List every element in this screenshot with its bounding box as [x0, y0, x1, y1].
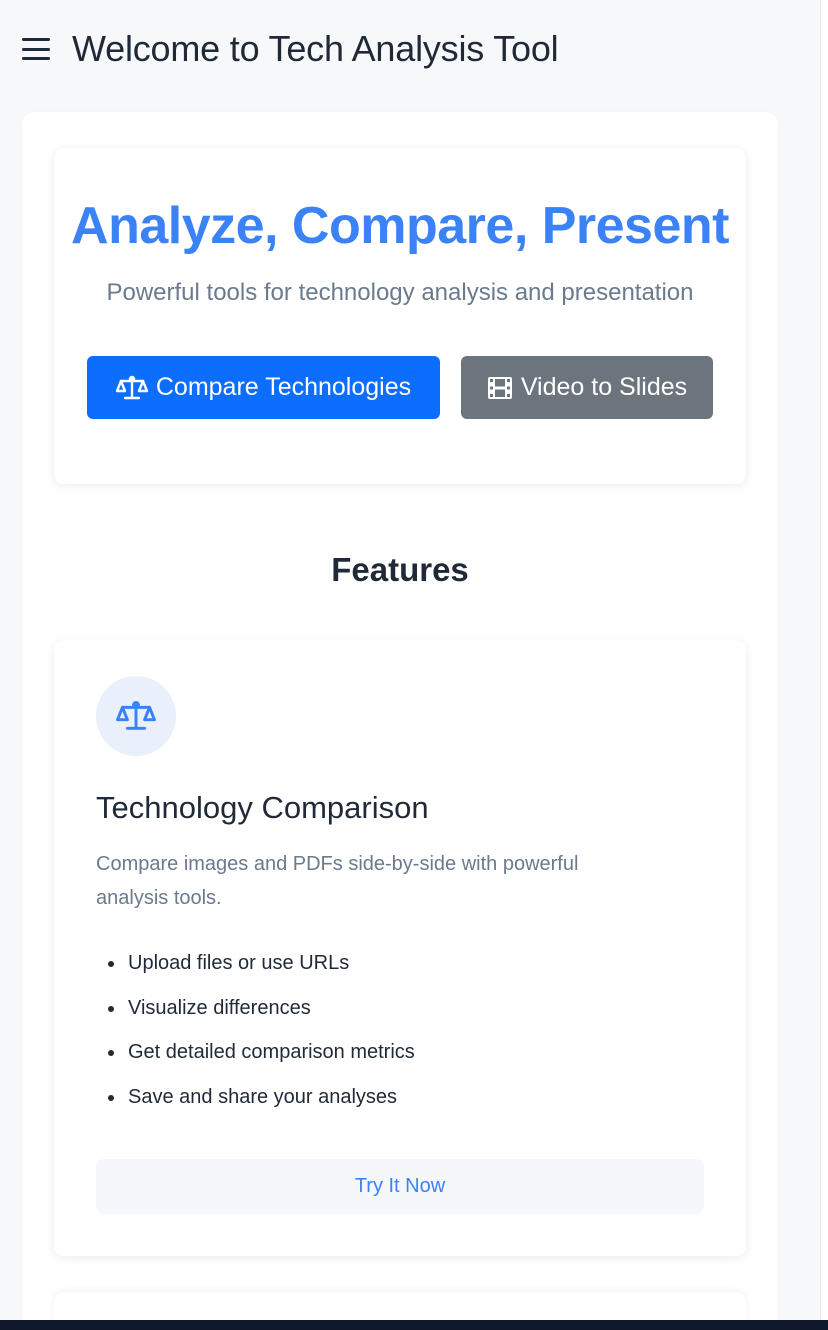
video-to-slides-button[interactable]: Video to Slides	[461, 356, 713, 419]
list-item: Get detailed comparison metrics	[96, 1035, 696, 1080]
page-title: Welcome to Tech Analysis Tool	[72, 28, 559, 69]
balance-scale-icon	[115, 375, 148, 399]
feature-list: Upload files or use URLs Visualize diffe…	[96, 946, 696, 1125]
feature-title: Technology Comparison	[96, 790, 429, 825]
list-item: Upload files or use URLs	[96, 946, 696, 991]
film-icon	[487, 376, 512, 399]
compare-technologies-label: Compare Technologies	[155, 373, 412, 401]
list-item: Save and share your analyses	[96, 1080, 696, 1125]
hero-title: Analyze, Compare, Present	[71, 197, 729, 255]
list-item: Visualize differences	[96, 991, 696, 1036]
bottom-bar	[0, 1320, 828, 1330]
try-it-now-button[interactable]: Try It Now	[96, 1159, 704, 1214]
feature-description: Compare images and PDFs side-by-side wit…	[96, 853, 579, 909]
scrollbar[interactable]	[820, 0, 828, 1320]
feature-card-technology-comparison: Technology Comparison Compare images and…	[54, 640, 746, 1256]
feature-icon-badge	[96, 676, 176, 756]
balance-scale-icon	[116, 700, 156, 730]
compare-technologies-button[interactable]: Compare Technologies	[87, 356, 440, 419]
hero-card: Analyze, Compare, Present Powerful tools…	[54, 148, 746, 484]
video-to-slides-label: Video to Slides	[520, 373, 688, 401]
features-heading: Features	[331, 551, 469, 588]
hero-subtitle: Powerful tools for technology analysis a…	[106, 279, 694, 306]
top-header: Welcome to Tech Analysis Tool	[22, 26, 559, 72]
main-container: Analyze, Compare, Present Powerful tools…	[22, 112, 778, 1330]
hamburger-icon[interactable]	[22, 38, 50, 60]
page: Welcome to Tech Analysis Tool Analyze, C…	[0, 0, 828, 1330]
